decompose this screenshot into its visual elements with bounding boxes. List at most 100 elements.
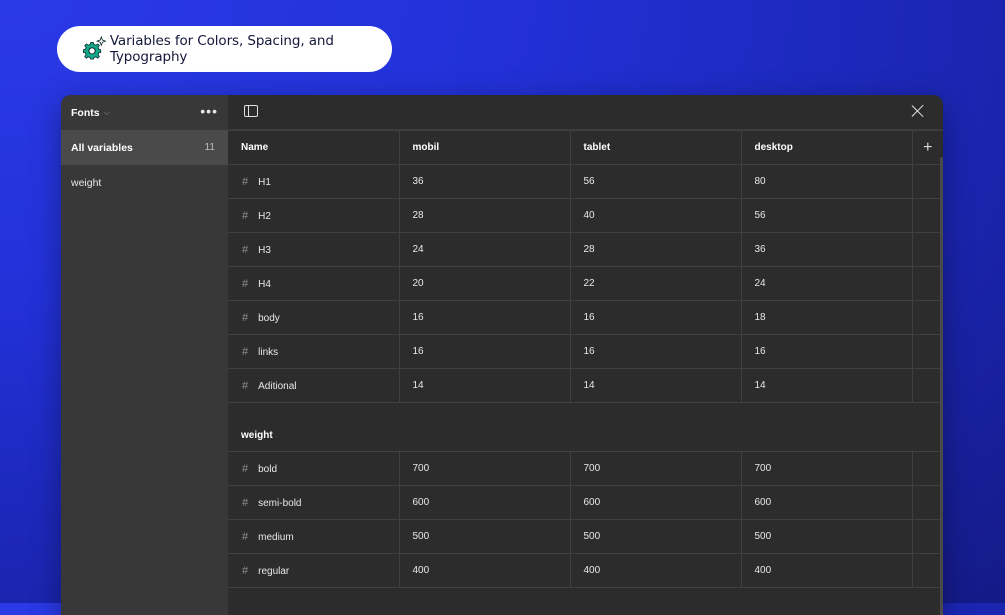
table-header-row: Name mobil tablet desktop + xyxy=(228,130,944,165)
number-type-icon: # xyxy=(242,311,249,324)
variable-value[interactable]: 24 xyxy=(741,266,913,301)
variables-table: Name mobil tablet desktop + # H1 36 56 80… xyxy=(228,130,943,588)
variable-name[interactable]: Aditional xyxy=(258,381,296,392)
variable-name[interactable]: body xyxy=(258,313,280,324)
variable-value[interactable]: 28 xyxy=(570,232,742,267)
column-header-mode[interactable]: tablet xyxy=(570,130,742,165)
variable-value[interactable]: 14 xyxy=(399,368,571,403)
column-header-mode[interactable]: desktop xyxy=(741,130,913,165)
close-icon[interactable] xyxy=(911,104,925,118)
number-type-icon: # xyxy=(242,345,249,358)
number-type-icon: # xyxy=(242,462,249,475)
variable-value[interactable]: 16 xyxy=(741,334,913,369)
variable-name[interactable]: bold xyxy=(258,464,277,475)
variable-name[interactable]: regular xyxy=(258,566,289,577)
gear-sparkle-icon xyxy=(83,35,107,60)
empty-cell xyxy=(912,164,943,199)
variable-value[interactable]: 600 xyxy=(741,485,913,520)
variable-value[interactable]: 16 xyxy=(399,334,571,369)
sidebar-item-weight[interactable]: weight xyxy=(61,165,228,200)
variable-name[interactable]: H1 xyxy=(258,177,271,188)
number-type-icon: # xyxy=(242,379,249,392)
table-row[interactable]: # links 16 16 16 xyxy=(228,334,943,369)
sidebar-item-all-variables[interactable]: All variables 11 xyxy=(61,130,228,165)
empty-cell xyxy=(912,368,943,403)
sidebar: Fonts ⌵ ••• All variables 11 weight xyxy=(61,95,228,615)
table-row[interactable]: # semi-bold 600 600 600 xyxy=(228,485,943,520)
add-mode-button[interactable]: + xyxy=(912,130,944,165)
variables-window: Fonts ⌵ ••• All variables 11 weight Name… xyxy=(61,95,943,615)
variable-value[interactable]: 36 xyxy=(741,232,913,267)
variable-value[interactable]: 24 xyxy=(399,232,571,267)
column-header-mode[interactable]: mobil xyxy=(399,130,571,165)
table-row[interactable]: # bold 700 700 700 xyxy=(228,451,943,486)
number-type-icon: # xyxy=(242,243,249,256)
group-label: weight xyxy=(228,402,943,452)
sidebar-item-label: All variables xyxy=(71,141,133,154)
column-header-name[interactable]: Name xyxy=(228,130,400,165)
more-options-icon[interactable]: ••• xyxy=(200,104,218,118)
collection-name[interactable]: Fonts xyxy=(71,107,100,119)
empty-cell xyxy=(912,485,943,520)
table-row[interactable]: # body 16 16 18 xyxy=(228,300,943,335)
variable-value[interactable]: 16 xyxy=(570,300,742,335)
panel-toolbar xyxy=(228,95,943,130)
variable-value[interactable]: 16 xyxy=(399,300,571,335)
variable-value[interactable]: 400 xyxy=(399,553,571,588)
variable-value[interactable]: 700 xyxy=(741,451,913,486)
empty-cell xyxy=(912,334,943,369)
variable-value[interactable]: 40 xyxy=(570,198,742,233)
empty-cell xyxy=(912,266,943,301)
variable-value[interactable]: 700 xyxy=(570,451,742,486)
variable-value[interactable]: 600 xyxy=(399,485,571,520)
variable-value[interactable]: 80 xyxy=(741,164,913,199)
variable-value[interactable]: 14 xyxy=(741,368,913,403)
variable-name[interactable]: links xyxy=(258,347,278,358)
variable-name[interactable]: medium xyxy=(258,532,294,543)
variable-name[interactable]: semi-bold xyxy=(258,498,301,509)
variable-value[interactable]: 600 xyxy=(570,485,742,520)
variable-value[interactable]: 500 xyxy=(399,519,571,554)
empty-cell xyxy=(912,519,943,554)
number-type-icon: # xyxy=(242,175,249,188)
variable-value[interactable]: 36 xyxy=(399,164,571,199)
variable-value[interactable]: 28 xyxy=(399,198,571,233)
variable-value[interactable]: 500 xyxy=(741,519,913,554)
variable-value[interactable]: 20 xyxy=(399,266,571,301)
empty-cell xyxy=(912,300,943,335)
empty-cell xyxy=(912,553,943,588)
vertical-scrollbar[interactable] xyxy=(940,157,943,615)
variable-value[interactable]: 400 xyxy=(570,553,742,588)
variable-value[interactable]: 400 xyxy=(741,553,913,588)
table-row[interactable]: # regular 400 400 400 xyxy=(228,553,943,588)
table-row[interactable]: # H4 20 22 24 xyxy=(228,266,943,301)
variable-value[interactable]: 16 xyxy=(570,334,742,369)
table-row[interactable]: # medium 500 500 500 xyxy=(228,519,943,554)
table-row[interactable]: # H2 28 40 56 xyxy=(228,198,943,233)
variable-name[interactable]: H2 xyxy=(258,211,271,222)
variable-name[interactable]: H3 xyxy=(258,245,271,256)
table-row[interactable]: # H1 36 56 80 xyxy=(228,164,943,199)
number-type-icon: # xyxy=(242,496,249,509)
collection-header[interactable]: Fonts ⌵ ••• xyxy=(61,95,228,130)
group-header-row: weight xyxy=(228,402,943,452)
table-row[interactable]: # Aditional 14 14 14 xyxy=(228,368,943,403)
variable-value[interactable]: 500 xyxy=(570,519,742,554)
variable-value[interactable]: 56 xyxy=(741,198,913,233)
variable-value[interactable]: 22 xyxy=(570,266,742,301)
empty-cell xyxy=(912,198,943,233)
chevron-down-icon[interactable]: ⌵ xyxy=(104,108,110,118)
sidebar-toggle-icon[interactable] xyxy=(244,105,258,117)
feature-banner: Variables for Colors, Spacing, and Typog… xyxy=(57,26,392,72)
variable-value[interactable]: 18 xyxy=(741,300,913,335)
variables-table-panel: Name mobil tablet desktop + # H1 36 56 80… xyxy=(228,95,943,615)
number-type-icon: # xyxy=(242,277,249,290)
empty-cell xyxy=(912,451,943,486)
variable-name[interactable]: H4 xyxy=(258,279,271,290)
variable-value[interactable]: 56 xyxy=(570,164,742,199)
variable-value[interactable]: 700 xyxy=(399,451,571,486)
variable-value[interactable]: 14 xyxy=(570,368,742,403)
plus-icon[interactable]: + xyxy=(913,139,944,157)
banner-title: Variables for Colors, Spacing, and Typog… xyxy=(109,33,334,65)
table-row[interactable]: # H3 24 28 36 xyxy=(228,232,943,267)
